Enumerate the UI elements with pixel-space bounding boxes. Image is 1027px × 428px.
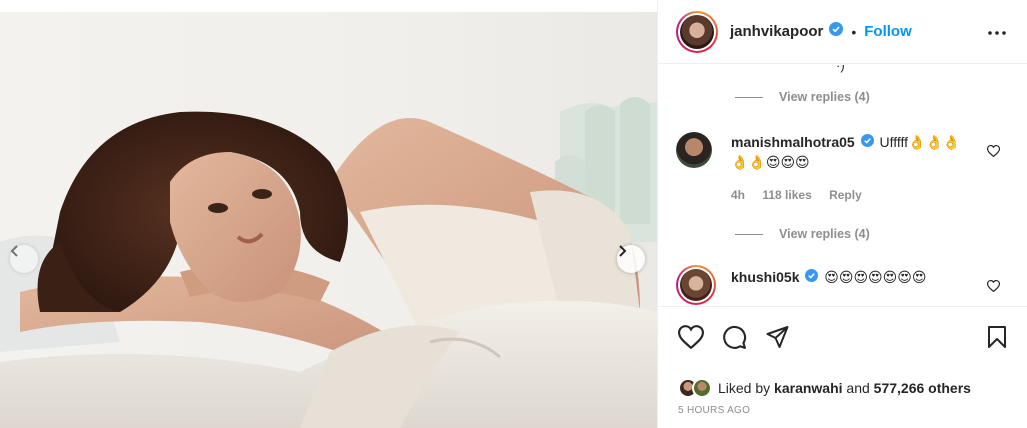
chevron-right-icon <box>619 245 627 257</box>
comment-meta: 4h 118 likes Reply <box>731 188 876 202</box>
liked-by-prefix: Liked by <box>718 380 771 396</box>
comment-text-continued: 👌👌😍😍😍 <box>731 154 810 170</box>
comment-text: 😍😍😍😍😍😍😍 <box>824 269 927 285</box>
liker-avatar <box>692 378 712 398</box>
previous-photo-button[interactable] <box>10 245 38 273</box>
like-comment-heart-icon[interactable] <box>986 144 1001 162</box>
reply-button[interactable]: Reply <box>829 188 862 202</box>
view-replies-button[interactable]: View replies (4) <box>735 227 870 241</box>
photo-illustration <box>0 97 657 428</box>
commenter-avatar[interactable] <box>676 265 716 305</box>
bookmark-icon[interactable] <box>987 325 1007 354</box>
header-separator: • <box>851 23 857 40</box>
commenter-username[interactable]: khushi05k <box>731 269 799 285</box>
view-replies-button[interactable]: View replies (4) <box>735 90 870 104</box>
more-horizontal-icon[interactable] <box>988 22 1006 40</box>
liker-username[interactable]: karanwahi <box>774 380 842 396</box>
commenter-avatar[interactable] <box>676 132 712 168</box>
likes-count[interactable]: 577,266 others <box>874 380 971 396</box>
verified-badge-icon <box>805 267 819 287</box>
next-photo-button[interactable] <box>617 245 645 273</box>
comment-item: khushi05k 😍😍😍😍😍😍😍 <box>676 265 1016 305</box>
like-comment-heart-icon[interactable] <box>986 279 1001 297</box>
send-icon[interactable] <box>765 325 790 354</box>
heart-icon[interactable] <box>677 325 705 354</box>
author-avatar[interactable] <box>676 10 718 53</box>
liked-by-and: and <box>846 380 870 396</box>
liked-by-summary[interactable]: Liked by karanwahi and 577,266 others <box>678 378 971 398</box>
comment-time[interactable]: 4h <box>731 188 745 202</box>
comment-text: Ufffff👌👌👌 <box>879 134 961 150</box>
truncated-comment-text: ·) <box>836 65 845 73</box>
instagram-post-modal: janhvikapoor • Follow ·) View replies (4… <box>0 0 1027 428</box>
view-replies-label: View replies (4) <box>779 227 870 241</box>
comments-list[interactable]: ·) View replies (4) manishmalhotra05 Uff… <box>658 65 1027 306</box>
post-header: janhvikapoor • Follow <box>658 0 1027 64</box>
chevron-left-icon <box>10 245 18 257</box>
comment-likes[interactable]: 118 likes <box>762 188 811 202</box>
post-timestamp[interactable]: 5 HOURS AGO <box>678 405 750 416</box>
comment-icon[interactable] <box>722 325 747 355</box>
comment-item: manishmalhotra05 Ufffff👌👌👌 👌👌😍😍😍 4h 118 … <box>676 132 1016 232</box>
commenter-username[interactable]: manishmalhotra05 <box>731 134 855 150</box>
follow-button[interactable]: Follow <box>864 23 912 40</box>
view-replies-label: View replies (4) <box>779 90 870 104</box>
verified-badge-icon <box>860 132 874 152</box>
post-side-panel: janhvikapoor • Follow ·) View replies (4… <box>657 0 1027 428</box>
verified-badge-icon <box>829 22 844 41</box>
post-photo[interactable] <box>0 12 657 428</box>
author-username[interactable]: janhvikapoor <box>730 23 823 40</box>
